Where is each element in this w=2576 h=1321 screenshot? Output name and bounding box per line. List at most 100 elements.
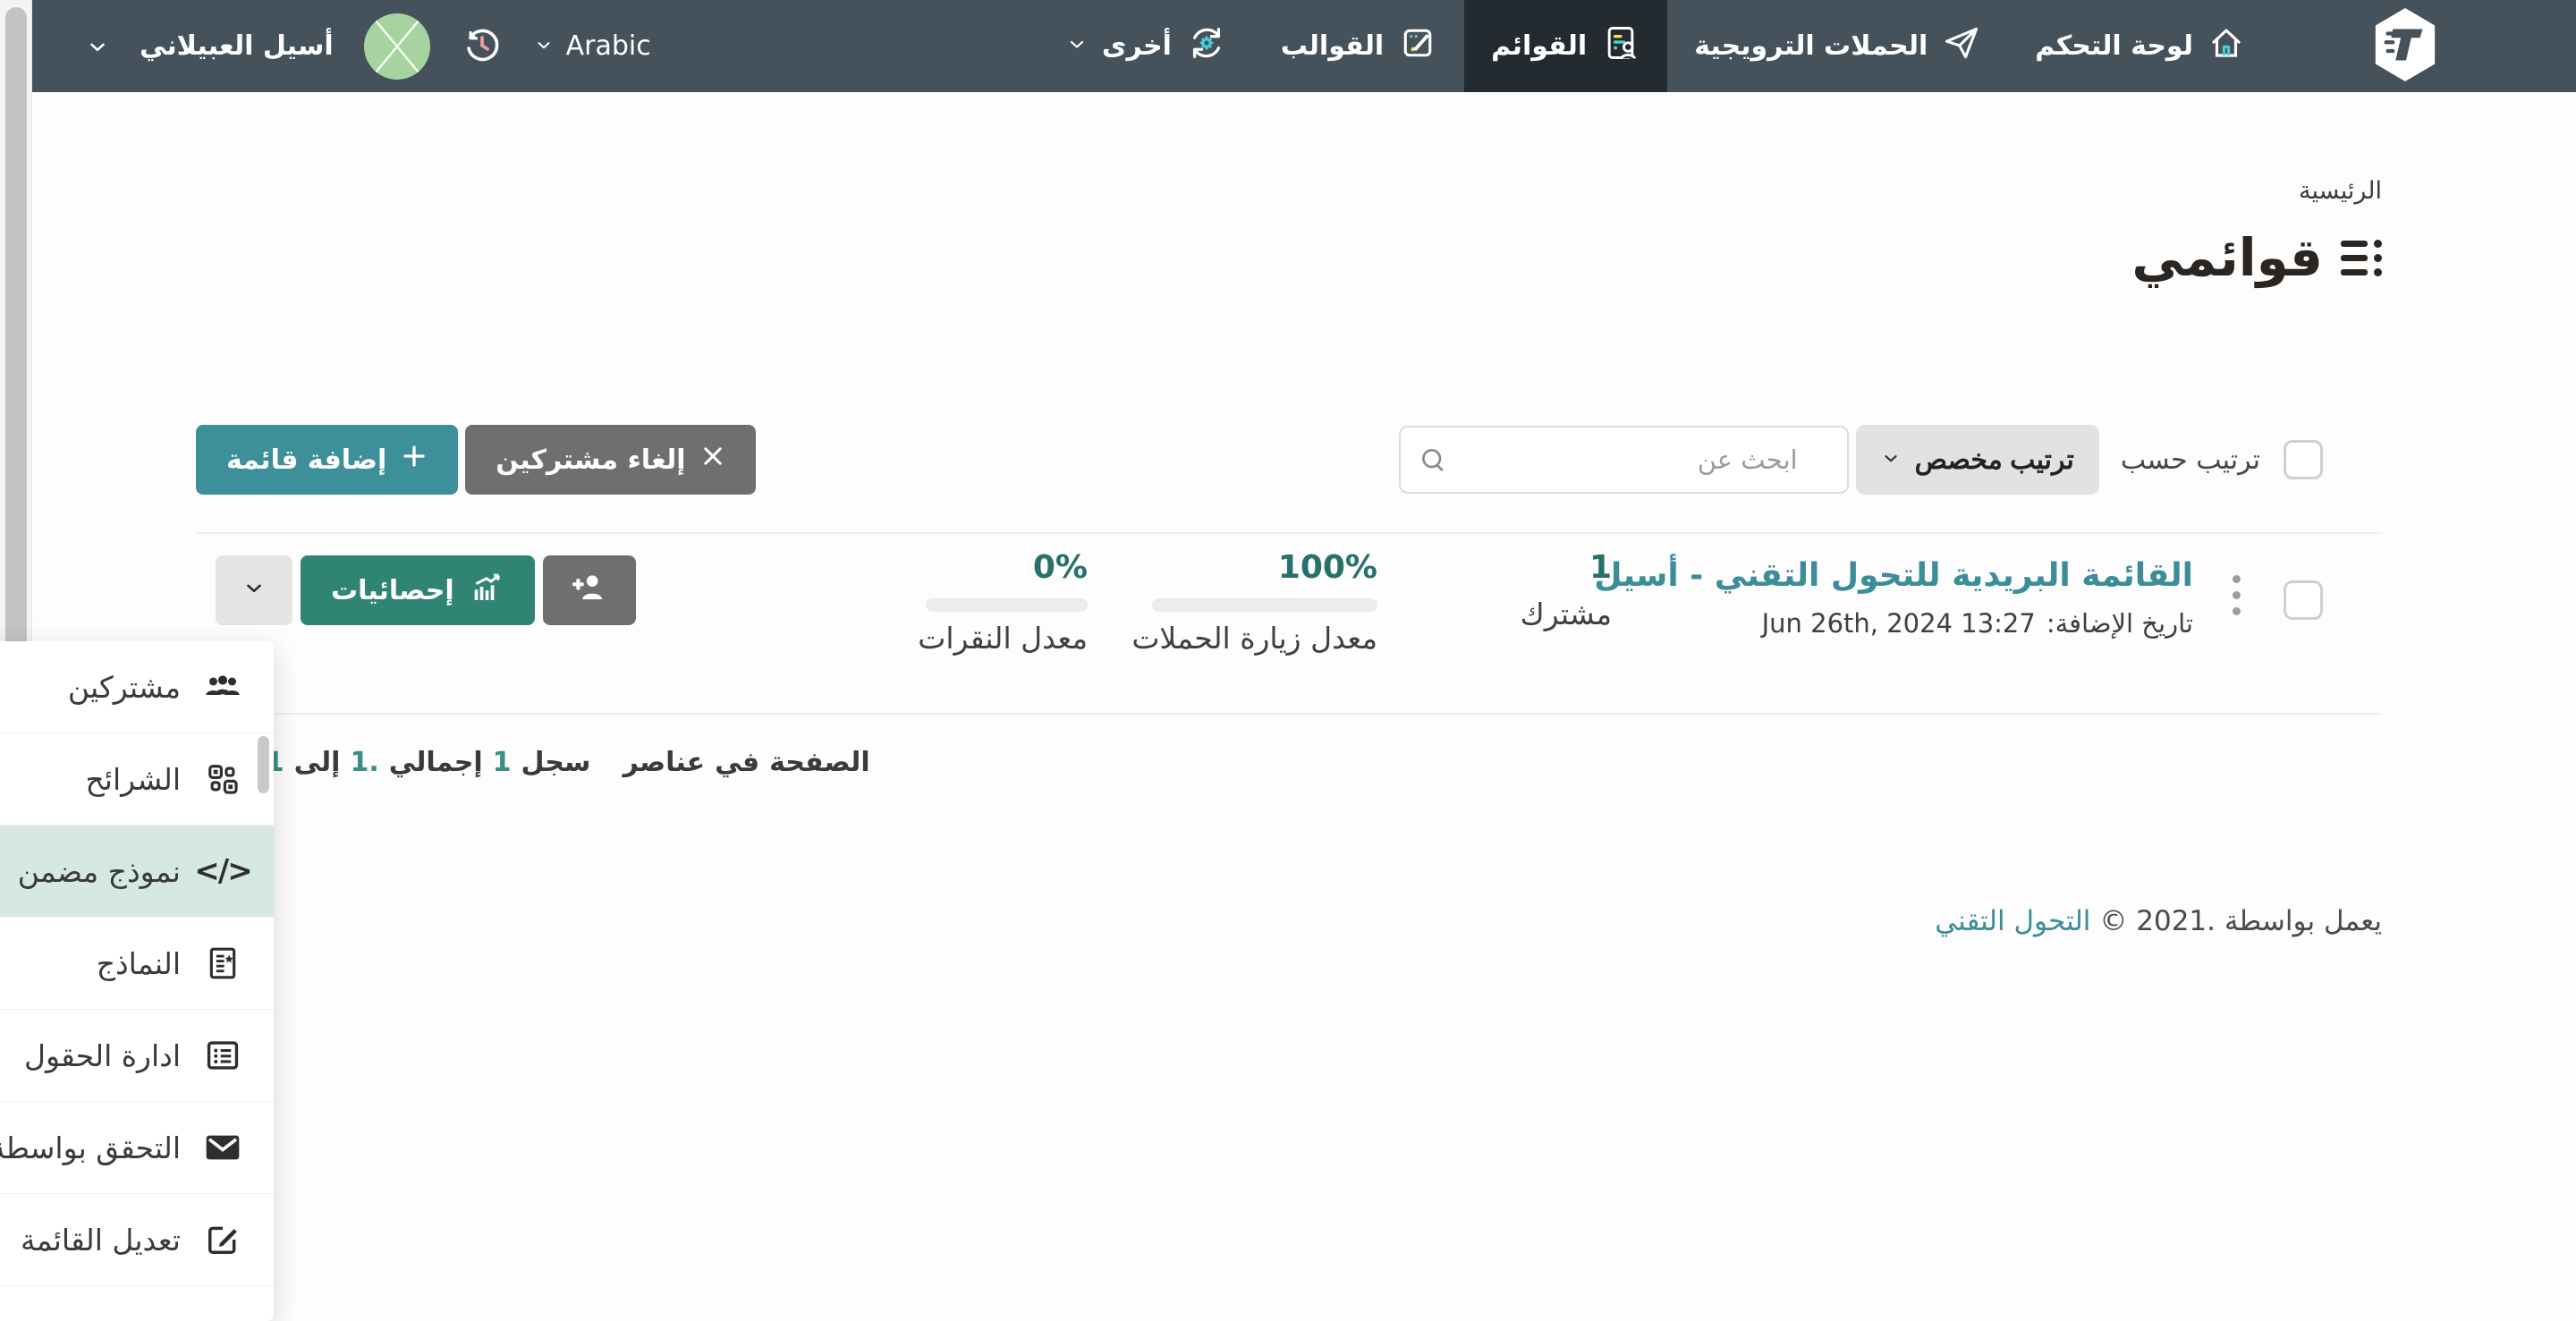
- nav-item-other[interactable]: أخرى: [1039, 0, 1254, 92]
- row-titles: القائمة البريدية للتحول التقني - أسيل تا…: [1594, 557, 2193, 639]
- history-button[interactable]: [461, 23, 504, 70]
- pagination-word: الصفحة: [769, 747, 870, 778]
- search-input[interactable]: [1398, 426, 1849, 494]
- pagination-number: 1.: [350, 747, 379, 778]
- people-group-icon: [204, 672, 242, 702]
- statistics-button[interactable]: إحصائيات: [301, 555, 535, 625]
- list-icon: [2341, 239, 2382, 276]
- add-list-label: إضافة قائمة: [226, 444, 387, 476]
- row-stats: 1 مشترك 100% معدل زيارة الحملات 0% معدل …: [918, 549, 1612, 656]
- menu-item-segments[interactable]: الشرائح: [0, 733, 274, 826]
- menu-item-label: مشتركين: [67, 669, 181, 705]
- menu-item-verify-email[interactable]: التحقق بواسطة ال: [0, 1102, 274, 1194]
- add-list-button[interactable]: إضافة قائمة: [196, 425, 459, 495]
- search-icon: [1419, 445, 1447, 478]
- pagination-word: سجل: [521, 747, 591, 778]
- footer-brand-link[interactable]: التحول التقني: [1935, 905, 2090, 937]
- pagination-word: إجمالي: [388, 747, 483, 778]
- user-menu-chevron-icon[interactable]: [86, 35, 109, 58]
- row-checkbox[interactable]: [2284, 580, 2323, 620]
- footer: © 2021. يعمل بواسطة التحول التقني: [196, 905, 2382, 937]
- menu-scrollbar-thumb[interactable]: [258, 736, 269, 793]
- kebab-menu-icon[interactable]: [2233, 575, 2241, 615]
- menu-item-forms[interactable]: النماذج: [0, 918, 274, 1010]
- home-icon: [2207, 24, 2245, 69]
- user-name[interactable]: أسيل العبيلاني: [140, 30, 334, 62]
- toolbar-filter-group: ترتيب حسب ترتيب مخصص: [1398, 425, 2323, 495]
- nav-label: أخرى: [1101, 30, 1172, 62]
- main-nav: لوحة التحكم الحملات الترويجية القوائم ال…: [1039, 0, 2272, 92]
- sort-dropdown[interactable]: ترتيب مخصص: [1855, 425, 2099, 495]
- chevron-down-icon: [534, 30, 554, 62]
- logo-hexagon-icon: [2370, 5, 2440, 88]
- edit-icon: [204, 1223, 242, 1257]
- templates-icon: [1398, 23, 1437, 70]
- navbar-left-cluster: Arabic أسيل العبيلاني: [86, 0, 651, 92]
- menu-item-embedded-form[interactable]: </> نموذج مضمن: [0, 826, 274, 918]
- date-value: Jun 26th, 2024 13:27: [1761, 608, 2036, 639]
- list-title-link[interactable]: القائمة البريدية للتحول التقني - أسيل: [1594, 557, 2193, 594]
- close-icon: [700, 444, 725, 476]
- table-row: القائمة البريدية للتحول التقني - أسيل تا…: [196, 534, 2382, 713]
- nav-label: لوحة التحكم: [2035, 30, 2193, 62]
- date-label: تاريخ الإضافة:: [2046, 608, 2193, 639]
- chevron-down-icon: [1881, 445, 1901, 475]
- divider: [196, 713, 2382, 715]
- toolbar-actions: إلغاء مشتركين إضافة قائمة: [196, 425, 756, 495]
- menu-item-label: تعديل القائمة: [20, 1222, 181, 1257]
- plus-icon: [401, 443, 428, 477]
- sync-gear-icon: [1186, 22, 1227, 71]
- select-all-checkbox[interactable]: [2284, 440, 2323, 479]
- brand-logo[interactable]: [2370, 0, 2440, 92]
- stat-open-rate: 100% معدل زيارة الحملات: [1131, 549, 1377, 656]
- nav-item-lists[interactable]: القوائم: [1464, 0, 1668, 92]
- unsubscribe-label: إلغاء مشتركين: [496, 444, 686, 476]
- pagination-word: إلى: [293, 747, 341, 778]
- segments-icon: [204, 762, 242, 796]
- lists-icon: [1601, 23, 1640, 70]
- stat-label: مشترك: [1520, 596, 1612, 631]
- lists-page: { "navbar": { "items": [ { "label": "لوح…: [0, 0, 2576, 1321]
- stat-value: 100%: [1277, 549, 1377, 586]
- person-plus-icon: [570, 569, 609, 612]
- language-selector[interactable]: Arabic: [534, 30, 651, 62]
- nav-item-dashboard[interactable]: لوحة التحكم: [2008, 0, 2272, 92]
- sort-dropdown-label: ترتيب مخصص: [1914, 445, 2074, 475]
- row-more-dropdown-button[interactable]: [216, 555, 292, 625]
- progress-track: [926, 597, 1088, 612]
- main-content: الرئيسية قوائمي ترتيب حسب ترتيب مخصص ابح…: [32, 92, 2576, 937]
- user-avatar[interactable]: [363, 13, 430, 80]
- code-icon: </>: [194, 853, 252, 889]
- page-title: قوائمي: [2131, 227, 2323, 288]
- nav-item-templates[interactable]: القوالب: [1254, 0, 1464, 92]
- menu-item-label: الشرائح: [85, 761, 181, 797]
- toolbar: ترتيب حسب ترتيب مخصص ابحث عن إلغاء مشترك…: [196, 425, 2382, 495]
- language-label: Arabic: [565, 30, 651, 62]
- menu-item-label: التحقق بواسطة ال: [0, 1130, 181, 1165]
- row-actions: إحصائيات: [216, 555, 636, 625]
- page-title-row: قوائمي: [196, 232, 2382, 284]
- menu-item-manage-fields[interactable]: ادارة الحقول: [0, 1010, 274, 1102]
- history-clock-icon: [461, 23, 504, 70]
- menu-item-subscribers[interactable]: مشتركين: [0, 641, 274, 733]
- sort-by-label: ترتيب حسب: [2120, 444, 2260, 476]
- statistics-label: إحصائيات: [331, 574, 454, 606]
- menu-item-label: النماذج: [96, 945, 181, 981]
- breadcrumb[interactable]: الرئيسية: [196, 177, 2382, 205]
- nav-item-campaigns[interactable]: الحملات الترويجية: [1667, 0, 2008, 92]
- top-navbar: لوحة التحكم الحملات الترويجية القوائم ال…: [32, 0, 2576, 92]
- paper-plane-icon: [1942, 23, 1981, 70]
- pagination: | من 1 إلى 1. إجمالي 1 سجل عناصر في الصف…: [196, 747, 2382, 778]
- envelope-icon: [204, 1134, 242, 1161]
- add-subscriber-button[interactable]: [542, 555, 636, 625]
- nav-label: القوائم: [1491, 30, 1588, 62]
- fields-icon: [204, 1040, 242, 1071]
- stat-label: معدل النقرات: [918, 620, 1088, 656]
- stat-click-rate: 0% معدل النقرات: [918, 550, 1088, 656]
- stat-value: 1: [1589, 549, 1612, 586]
- stat-label: معدل زيارة الحملات: [1131, 620, 1377, 656]
- menu-item-edit-list[interactable]: تعديل القائمة: [0, 1194, 274, 1286]
- nav-label: الحملات الترويجية: [1694, 30, 1928, 62]
- progress-track: [1152, 597, 1377, 612]
- unsubscribe-button[interactable]: إلغاء مشتركين: [465, 425, 756, 495]
